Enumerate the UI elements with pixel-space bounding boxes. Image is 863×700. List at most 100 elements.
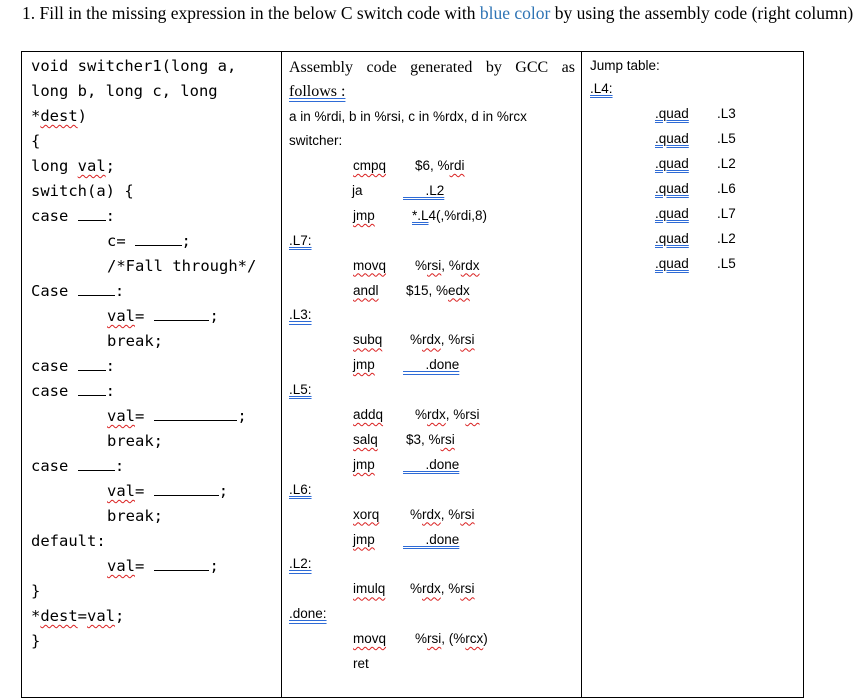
asm-operands: $6, %rdi bbox=[415, 158, 465, 173]
asm-operands: .done bbox=[403, 531, 460, 549]
asm-mnemonic: jmp bbox=[353, 456, 375, 472]
assembly-header-cont: follows : bbox=[289, 83, 346, 100]
register-name: rsi bbox=[465, 407, 480, 422]
asm-label-text: .done: bbox=[289, 606, 327, 622]
fill-in-blank[interactable] bbox=[77, 356, 106, 371]
code-text: ; bbox=[209, 557, 219, 575]
jump-target: .done bbox=[403, 357, 460, 373]
code-text: case bbox=[31, 382, 78, 400]
question-text: 1. Fill in the missing expression in the… bbox=[22, 2, 862, 25]
quad-directive: .quad bbox=[655, 255, 689, 273]
code-text: } bbox=[31, 632, 41, 650]
c-code-line: /*Fall through*/ bbox=[107, 256, 256, 276]
asm-label-text: .L6: bbox=[289, 481, 312, 497]
c-code-line: void switcher1(long a, bbox=[31, 56, 236, 76]
code-text: break; bbox=[107, 507, 163, 525]
c-code-line: break; bbox=[107, 431, 163, 451]
fill-in-blank[interactable] bbox=[153, 406, 238, 421]
asm-label: .L5: bbox=[289, 381, 312, 399]
register-name: rsi bbox=[427, 631, 442, 647]
jump-table-title: Jump table: bbox=[590, 58, 660, 73]
asm-operands: %rdx, %rsi bbox=[410, 332, 475, 348]
code-text: ; bbox=[105, 157, 116, 175]
assembly-header: Assembly code generated by GCC as bbox=[289, 59, 575, 76]
c-code-line: break; bbox=[107, 331, 163, 351]
c-code-column: void switcher1(long a, long b, long c, lo… bbox=[22, 52, 282, 697]
register-name: rsi bbox=[440, 431, 455, 447]
asm-operands: $15, %edx bbox=[406, 282, 470, 298]
code-text: break; bbox=[107, 432, 163, 450]
c-code-line: val= ; bbox=[107, 556, 219, 576]
fill-in-blank[interactable] bbox=[153, 481, 219, 496]
register-name: rsi bbox=[460, 581, 475, 597]
quad-directive: .quad bbox=[655, 205, 689, 223]
code-text: ; bbox=[181, 232, 191, 250]
asm-mnemonic: addq bbox=[353, 407, 384, 422]
c-code-line: long b, long c, long bbox=[31, 81, 218, 101]
fill-in-blank[interactable] bbox=[153, 306, 210, 321]
asm-mnemonic: subq bbox=[353, 332, 383, 348]
asm-operands: $3, %rsi bbox=[406, 431, 455, 447]
c-code-line: *dest) bbox=[31, 106, 87, 126]
code-text: : bbox=[105, 382, 115, 400]
quad-directive: .quad bbox=[655, 180, 689, 198]
fill-in-blank[interactable] bbox=[153, 556, 210, 571]
asm-operands: %rdx, %rsi bbox=[410, 506, 475, 522]
jump-target-label: .L7 bbox=[717, 206, 736, 221]
c-code-line: case : bbox=[31, 206, 115, 226]
asm-operands: %rsi, %rdx bbox=[415, 257, 480, 273]
fill-in-blank[interactable] bbox=[77, 206, 106, 221]
code-text: } bbox=[31, 582, 41, 600]
asm-mnemonic: cmpq bbox=[353, 158, 387, 173]
code-text: break; bbox=[107, 332, 163, 350]
code-text: : bbox=[114, 282, 125, 300]
asm-operands: .done bbox=[403, 456, 460, 474]
code-text: long bbox=[31, 157, 78, 175]
c-code-line: break; bbox=[107, 506, 163, 526]
register-name: rcx bbox=[465, 631, 484, 647]
fill-in-blank[interactable] bbox=[77, 381, 106, 396]
asm-label: .done: bbox=[289, 605, 327, 623]
jump-target: .done bbox=[403, 456, 460, 472]
fill-in-blank[interactable] bbox=[77, 456, 115, 471]
code-text: ) bbox=[77, 107, 88, 125]
code-text: switch(a) { bbox=[31, 182, 134, 200]
code-identifier: val bbox=[107, 307, 135, 325]
quad-directive: .quad bbox=[655, 105, 689, 123]
code-text: { bbox=[31, 132, 41, 150]
asm-operands: %rdx, %rsi bbox=[415, 407, 480, 422]
asm-mnemonic: movq bbox=[353, 257, 387, 273]
code-text: ; bbox=[209, 307, 219, 325]
assembly-column: Assembly code generated by GCC as follow… bbox=[282, 52, 582, 697]
quad-directive: .quad bbox=[655, 130, 689, 148]
code-text: = bbox=[77, 607, 88, 625]
fill-in-blank[interactable] bbox=[77, 281, 115, 296]
c-code-line: { bbox=[31, 131, 40, 151]
c-code-line: switch(a) { bbox=[31, 181, 134, 201]
register-name: rdx bbox=[460, 257, 480, 273]
code-identifier: val bbox=[107, 407, 135, 425]
code-text: dest bbox=[40, 607, 78, 625]
code-identifier: val bbox=[107, 482, 135, 500]
c-code-line: Case : bbox=[31, 281, 124, 301]
asm-label: .L7: bbox=[289, 232, 312, 250]
register-name: rdi bbox=[449, 158, 465, 173]
fill-in-blank[interactable] bbox=[135, 231, 182, 246]
asm-mnemonic: jmp bbox=[353, 207, 375, 223]
c-code-line: } bbox=[31, 581, 40, 601]
quad-directive-text: .quad bbox=[655, 106, 689, 121]
jump-target-label: .L2 bbox=[717, 156, 736, 171]
register-name: rdx bbox=[422, 506, 441, 522]
jump-target: .L2 bbox=[403, 182, 445, 198]
asm-mnemonic: movq bbox=[353, 631, 387, 647]
register-mapping: a in %rdi, b in %rsi, c in %rdx, d in %r… bbox=[289, 109, 527, 124]
register-name: rdx bbox=[422, 332, 441, 348]
quad-directive-text: .quad bbox=[655, 131, 689, 146]
jump-target: .done bbox=[403, 531, 460, 547]
asm-label-text: .L7: bbox=[289, 232, 312, 248]
asm-label: .L2: bbox=[289, 555, 312, 573]
c-code-line: val= ; bbox=[107, 306, 219, 326]
jump-target-label: .L6 bbox=[717, 181, 736, 196]
c-code-line: } bbox=[31, 631, 40, 651]
asm-label: .L3: bbox=[289, 306, 312, 324]
